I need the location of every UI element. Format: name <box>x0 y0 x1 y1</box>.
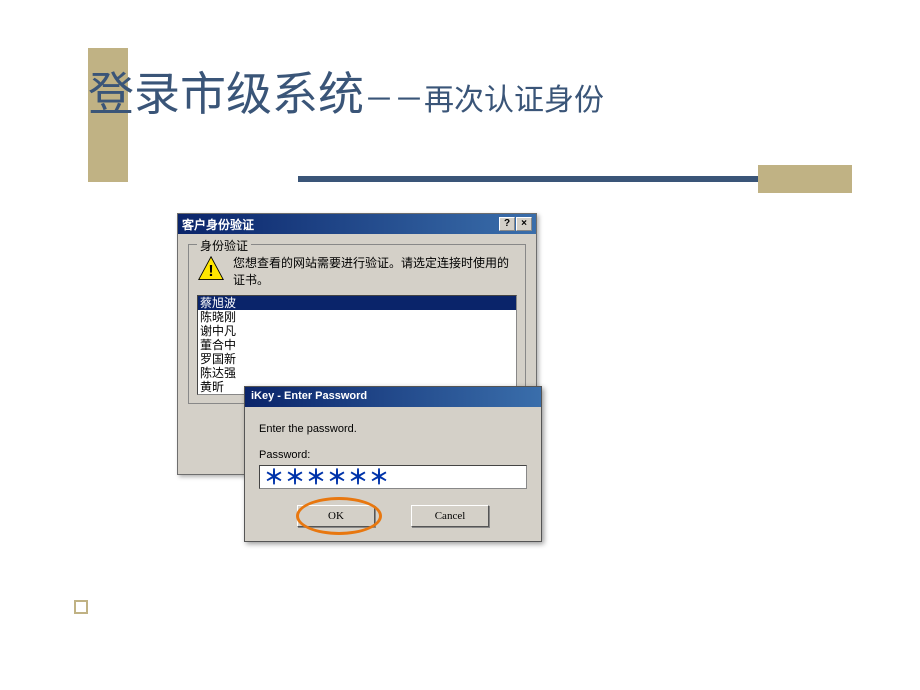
dialog1-titlebar[interactable]: 客户身份验证 ? × <box>178 214 536 234</box>
help-button[interactable]: ? <box>499 217 515 231</box>
slide: 登录市级系统－－再次认证身份 客户身份验证 ? × 身份验证 ! 您想查看的网站… <box>0 0 920 690</box>
decor-bar-right <box>758 165 852 193</box>
list-item[interactable]: 谢中凡 <box>198 324 516 338</box>
title-sub: －－再次认证身份 <box>364 84 604 117</box>
list-item[interactable]: 陈晓刚 <box>198 310 516 324</box>
dialog2-body: Enter the password. Password: ＊＊＊＊＊＊ OK … <box>245 407 541 541</box>
instruction-text: Enter the password. <box>259 423 527 435</box>
list-item[interactable]: 罗国新 <box>198 352 516 366</box>
list-item[interactable]: 蔡旭波 <box>198 296 516 310</box>
warning-icon: ! <box>197 255 225 283</box>
warning-row: ! 您想查看的网站需要进行验证。请选定连接时使用的证书。 <box>197 255 517 289</box>
list-item[interactable]: 董合中 <box>198 338 516 352</box>
dialog1-titlebar-buttons: ? × <box>499 217 532 231</box>
ok-button[interactable]: OK <box>297 505 375 527</box>
list-item[interactable]: 陈达强 <box>198 366 516 380</box>
warning-text: 您想查看的网站需要进行验证。请选定连接时使用的证书。 <box>233 255 517 289</box>
password-input[interactable]: ＊＊＊＊＊＊ <box>259 465 527 489</box>
dialog1-title: 客户身份验证 <box>182 216 254 233</box>
dialog2-titlebar[interactable]: iKey - Enter Password <box>245 387 541 407</box>
svg-text:!: ! <box>208 263 213 280</box>
close-button[interactable]: × <box>516 217 532 231</box>
title-main: 登录市级系统 <box>88 69 364 120</box>
title-area: 登录市级系统－－再次认证身份 <box>88 58 848 128</box>
cancel-button[interactable]: Cancel <box>411 505 489 527</box>
dialog2-buttons: OK Cancel <box>259 505 527 527</box>
decor-square <box>74 600 88 614</box>
dialog2-title: iKey - Enter Password <box>251 390 367 402</box>
identity-groupbox: 身份验证 ! 您想查看的网站需要进行验证。请选定连接时使用的证书。 蔡旭波 陈晓… <box>188 244 526 404</box>
password-label: Password: <box>259 449 527 461</box>
decor-line <box>298 176 823 182</box>
groupbox-label: 身份验证 <box>197 237 251 254</box>
ikey-password-dialog: iKey - Enter Password Enter the password… <box>244 386 542 542</box>
certificate-list[interactable]: 蔡旭波 陈晓刚 谢中凡 董合中 罗国新 陈达强 黄昕 <box>197 295 517 395</box>
